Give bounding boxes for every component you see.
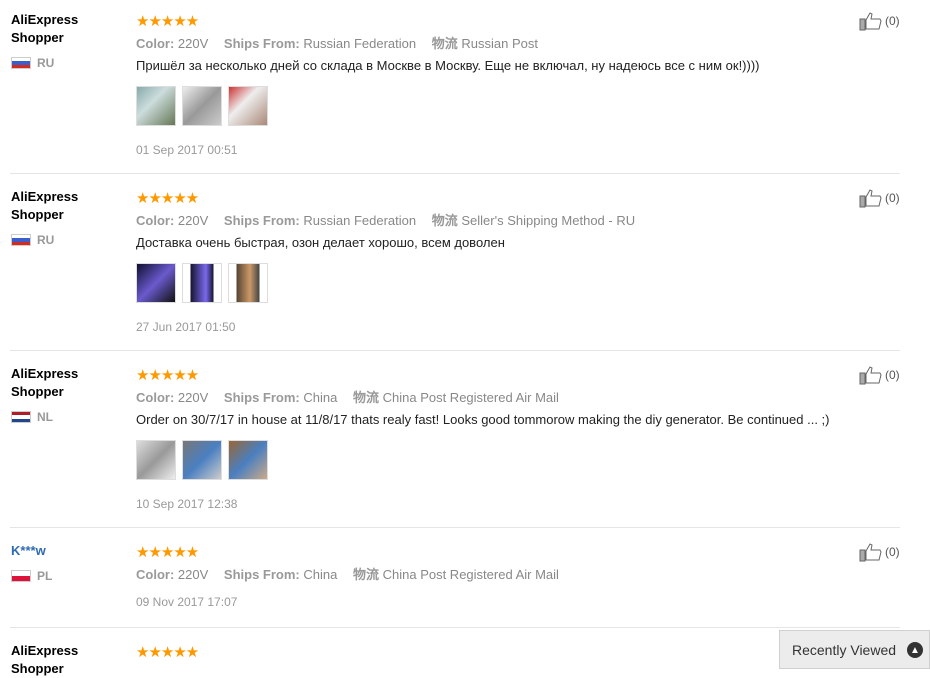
reviewer-country: RU (11, 233, 54, 247)
review-photo[interactable] (228, 86, 268, 126)
review-text: Order on 30/7/17 in house at 11/8/17 tha… (136, 412, 830, 427)
review-divider (10, 173, 900, 174)
flag-ru-icon (11, 57, 31, 69)
review-attributes: Color: 220V Ships From: China 物流 China P… (136, 390, 559, 405)
reviewer-name: AliExpress Shopper (11, 643, 79, 676)
review-photo[interactable] (136, 263, 176, 303)
review-date: 27 Jun 2017 01:50 (136, 320, 236, 334)
flag-ru-icon (11, 234, 31, 246)
review-photo[interactable] (182, 440, 222, 480)
review-divider (10, 350, 900, 351)
review-photos (136, 440, 268, 480)
chevron-up-icon: ▲ (907, 642, 923, 658)
review-photo[interactable] (182, 263, 222, 303)
thumbs-up-icon (859, 366, 882, 385)
review-photo[interactable] (228, 440, 268, 480)
star-rating: ★★★★★ (136, 367, 199, 384)
reviewer-country: PL (11, 569, 52, 583)
helpful-button[interactable]: (0) (859, 188, 900, 208)
thumbs-up-icon (859, 189, 882, 208)
review-text: Доставка очень быстрая, озон делает хоро… (136, 235, 505, 250)
reviewer-country: RU (11, 56, 54, 70)
star-rating: ★★★★★ (136, 644, 199, 661)
star-rating: ★★★★★ (136, 13, 199, 30)
review-divider (10, 627, 900, 628)
reviewer-name: AliExpress Shopper (11, 189, 79, 222)
recently-viewed-tab[interactable]: Recently Viewed ▲ (779, 630, 930, 669)
review-text: Пришёл за несколько дней со склада в Мос… (136, 58, 760, 73)
recently-viewed-label: Recently Viewed (792, 641, 897, 658)
helpful-button[interactable]: (0) (859, 11, 900, 31)
flag-nl-icon (11, 411, 31, 423)
review-date: 09 Nov 2017 17:07 (136, 595, 238, 609)
review-attributes: Color: 220V Ships From: Russian Federati… (136, 36, 538, 51)
review-date: 01 Sep 2017 00:51 (136, 143, 238, 157)
review-photos (136, 86, 268, 126)
thumbs-up-icon (859, 12, 882, 31)
review-photo[interactable] (182, 86, 222, 126)
helpful-button[interactable]: (0) (859, 365, 900, 385)
review-photo[interactable] (136, 440, 176, 480)
reviewer-name: AliExpress Shopper (11, 366, 79, 399)
thumbs-up-icon (859, 543, 882, 562)
star-rating: ★★★★★ (136, 544, 199, 561)
review-attributes: Color: 220V Ships From: China 物流 China P… (136, 567, 559, 582)
review-photo[interactable] (228, 263, 268, 303)
helpful-button[interactable]: (0) (859, 542, 900, 562)
review-attributes: Color: 220V Ships From: Russian Federati… (136, 213, 636, 228)
review-divider (10, 527, 900, 528)
review-date: 10 Sep 2017 12:38 (136, 497, 238, 511)
reviewer-name: AliExpress Shopper (11, 12, 79, 45)
review-photos (136, 263, 268, 303)
review-photo[interactable] (136, 86, 176, 126)
reviewer-country: NL (11, 410, 53, 424)
flag-pl-icon (11, 570, 31, 582)
reviewer-name[interactable]: K***w (11, 542, 121, 560)
star-rating: ★★★★★ (136, 190, 199, 207)
